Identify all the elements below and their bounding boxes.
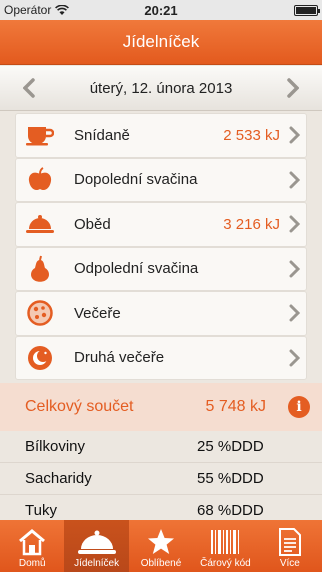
meal-energy: 3 216 kJ [223, 215, 280, 233]
battery-icon [294, 4, 320, 16]
document-icon [278, 528, 301, 556]
previous-day-button[interactable] [22, 77, 36, 99]
tab-label: Oblíbené [140, 558, 182, 569]
date-label: úterý, 12. února 2013 [89, 79, 233, 97]
meal-energy: 2 533 kJ [223, 126, 280, 144]
cloche-icon [26, 210, 54, 238]
meal-label: Snídaně [74, 126, 130, 144]
chevron-left-icon [23, 78, 35, 98]
meal-label: Odpolední svačina [74, 260, 199, 278]
tab-menu[interactable]: Jídelníček [64, 520, 129, 572]
meal-label: Večeře [74, 304, 121, 322]
meal-list: Snídaně 2 533 kJ Dopolední svačina Oběd … [15, 113, 307, 380]
chevron-right-icon [289, 304, 300, 322]
nav-bar: Jídelníček [0, 20, 322, 65]
chevron-right-icon [287, 78, 299, 98]
tab-label: Více [279, 558, 300, 569]
pizza-icon [26, 299, 54, 327]
nutrient-label: Tuky [25, 502, 57, 519]
meal-row-lunch[interactable]: Oběd 3 216 kJ [15, 202, 307, 247]
apple-icon [26, 166, 54, 194]
moon-icon [26, 344, 54, 372]
next-day-button[interactable] [286, 77, 300, 99]
nutrient-label: Bílkoviny [25, 438, 86, 455]
nutrient-row: Sacharidy 55 %DDD [0, 463, 322, 495]
barcode-icon [211, 530, 240, 554]
chevron-right-icon [289, 260, 300, 278]
tab-favorites[interactable]: Oblíbené [129, 520, 193, 572]
tab-label: Jídelníček [74, 558, 120, 569]
meal-row-dinner[interactable]: Večeře [15, 291, 307, 336]
meal-label: Dopolední svačina [74, 171, 198, 189]
chevron-right-icon [289, 171, 300, 189]
nutrient-row: Bílkoviny 25 %DDD [0, 431, 322, 463]
meal-row-second-dinner[interactable]: Druhá večeře [15, 335, 307, 380]
meal-row-morning-snack[interactable]: Dopolední svačina [15, 157, 307, 202]
house-icon [19, 529, 46, 556]
nutrient-value: 25 %DDD [197, 438, 264, 455]
wifi-icon [55, 4, 70, 15]
tab-barcode[interactable]: Čárový kód [193, 520, 257, 572]
total-label: Celkový součet [25, 398, 134, 415]
info-icon[interactable]: i [288, 396, 310, 418]
page-title: Jídelníček [122, 32, 200, 51]
date-selector: úterý, 12. února 2013 [0, 66, 322, 111]
status-left: Operátor [4, 3, 70, 17]
meal-label: Oběd [74, 215, 111, 233]
tab-home[interactable]: Domů [0, 520, 64, 572]
total-row: Celkový součet 5 748 kJ i [0, 383, 322, 431]
cloche-icon [77, 530, 116, 554]
carrier-name: Operátor [4, 3, 52, 17]
tab-more[interactable]: Více [258, 520, 322, 572]
cup-icon [26, 121, 54, 149]
chevron-right-icon [289, 215, 300, 233]
daily-summary: Celkový součet 5 748 kJ i Bílkoviny 25 %… [0, 383, 322, 527]
pear-icon [26, 255, 54, 283]
star-icon [148, 529, 175, 554]
tab-label: Čárový kód [200, 558, 251, 569]
meal-label: Druhá večeře [74, 349, 165, 367]
nutrient-value: 55 %DDD [197, 470, 264, 487]
status-bar: Operátor 20:21 [0, 0, 322, 20]
tab-bar: Domů Jídelníček Oblíbené Čárový kód Více [0, 520, 322, 572]
nutrient-label: Sacharidy [25, 470, 92, 487]
total-energy: 5 748 kJ [205, 398, 266, 415]
meal-row-breakfast[interactable]: Snídaně 2 533 kJ [15, 113, 307, 158]
chevron-right-icon [289, 126, 300, 144]
tab-label: Domů [18, 558, 46, 569]
chevron-right-icon [289, 349, 300, 367]
nutrient-value: 68 %DDD [197, 502, 264, 519]
meal-row-afternoon-snack[interactable]: Odpolední svačina [15, 246, 307, 291]
